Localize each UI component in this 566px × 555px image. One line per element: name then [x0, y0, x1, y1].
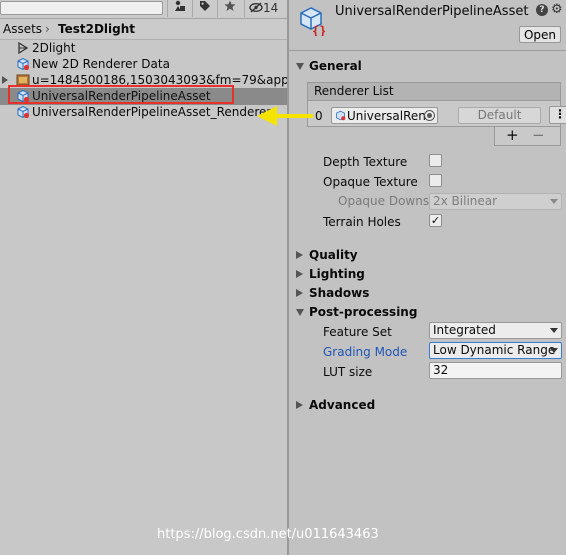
opaque-texture-checkbox[interactable] — [429, 174, 442, 187]
dropdown-value: Integrated — [433, 323, 496, 337]
foldout-label: Quality — [309, 248, 358, 262]
list-add-remove: + − — [494, 127, 561, 146]
hidden-count: 14 — [263, 1, 279, 15]
renderer-asset-icon — [17, 57, 30, 71]
dropdown-value: Low Dynamic Range — [433, 343, 556, 357]
open-button[interactable]: Open — [519, 26, 561, 43]
renderer-field-value: UniversalRen — [347, 109, 426, 123]
foldout-arrow-icon — [296, 309, 304, 316]
lut-size-input[interactable]: 32 — [429, 362, 562, 379]
opaque-downsampling-label: Opaque Downsa — [338, 194, 437, 208]
lut-size-label: LUT size — [323, 365, 373, 379]
foldout-arrow-icon — [296, 289, 303, 297]
svg-text:{}: {} — [312, 24, 325, 36]
hidden-packages-toggle[interactable]: 14 — [244, 0, 286, 17]
terrain-holes-label: Terrain Holes — [323, 215, 401, 229]
chevron-down-icon — [550, 348, 558, 353]
foldout-arrow-icon — [296, 270, 303, 278]
foldout-label: Post-processing — [309, 305, 418, 319]
renderer-object-field[interactable]: UniversalRen — [331, 107, 438, 124]
settings-gear-icon[interactable]: ⚙ — [551, 2, 563, 17]
feature-set-label: Feature Set — [323, 325, 392, 339]
highlight-box — [8, 85, 234, 104]
eye-slash-icon — [249, 2, 263, 13]
annotation-arrow-icon — [257, 106, 313, 126]
item-label: 2Dlight — [32, 41, 76, 55]
grading-mode-dropdown[interactable]: Low Dynamic Range — [429, 342, 562, 359]
filter-by-type-icon[interactable] — [167, 0, 192, 17]
pipeline-asset-icon: {} — [300, 7, 325, 36]
list-item[interactable]: UniversalRenderPipelineAsset_Renderer — [0, 104, 287, 121]
scene-icon — [18, 41, 29, 55]
grading-mode-label: Grading Mode — [323, 345, 408, 359]
expand-arrow-icon[interactable] — [2, 76, 8, 84]
opaque-texture-label: Opaque Texture — [323, 175, 418, 189]
feature-set-dropdown[interactable]: Integrated — [429, 322, 562, 339]
foldout-label: Lighting — [309, 267, 365, 281]
favorite-star-icon[interactable] — [217, 0, 242, 17]
project-toolbar: 14 — [0, 0, 287, 19]
add-renderer-button[interactable]: + — [506, 127, 519, 144]
chevron-down-icon — [550, 199, 558, 204]
pipeline-renderer-icon — [17, 105, 30, 119]
depth-texture-label: Depth Texture — [323, 155, 408, 169]
dropdown-value: 2x Bilinear — [433, 194, 498, 208]
depth-texture-checkbox[interactable] — [429, 154, 442, 167]
filter-by-label-icon[interactable] — [192, 0, 217, 17]
breadcrumb-current[interactable]: Test2Dlight — [58, 19, 135, 39]
renderer-menu-button[interactable]: ⋮ — [549, 106, 566, 124]
set-default-button[interactable]: Default — [458, 107, 541, 124]
inspector-title: UniversalRenderPipelineAsset — [335, 4, 529, 19]
help-icon[interactable]: ? — [536, 4, 548, 16]
foldout-arrow-icon — [296, 401, 303, 409]
renderer-list-header: Renderer List — [307, 82, 561, 101]
renderer-index: 0 — [315, 109, 323, 123]
list-item[interactable]: New 2D Renderer Data — [0, 56, 287, 73]
object-picker-icon[interactable] — [424, 110, 435, 121]
search-input[interactable] — [0, 1, 163, 15]
breadcrumb-root[interactable]: Assets — [3, 19, 42, 39]
watermark: https://blog.csdn.net/u011643463 — [157, 527, 379, 542]
inspector-panel: {} UniversalRenderPipelineAsset ? ⚙ Open… — [289, 0, 566, 555]
item-label: New 2D Renderer Data — [32, 57, 170, 71]
foldout-arrow-icon — [296, 63, 304, 70]
chevron-down-icon — [550, 328, 558, 333]
renderer-list-body: 0 UniversalRen Default ⋮ — [307, 101, 566, 127]
project-panel: 14 Assets › Test2Dlight 2Dlight New 2D R… — [0, 0, 287, 555]
foldout-label: General — [309, 59, 362, 73]
terrain-holes-checkbox[interactable]: ✓ — [429, 214, 442, 227]
pipeline-renderer-icon — [336, 110, 346, 121]
breadcrumb: Assets › Test2Dlight — [0, 19, 287, 40]
foldout-arrow-icon — [296, 251, 303, 259]
opaque-downsampling-dropdown[interactable]: 2x Bilinear — [429, 193, 562, 210]
header-divider — [289, 50, 566, 51]
foldout-label: Shadows — [309, 286, 370, 300]
breadcrumb-separator: › — [45, 22, 50, 36]
list-item[interactable]: 2Dlight — [0, 40, 287, 57]
remove-renderer-button[interactable]: − — [532, 127, 545, 144]
foldout-label: Advanced — [309, 398, 376, 412]
item-label: UniversalRenderPipelineAsset_Renderer — [32, 105, 272, 119]
